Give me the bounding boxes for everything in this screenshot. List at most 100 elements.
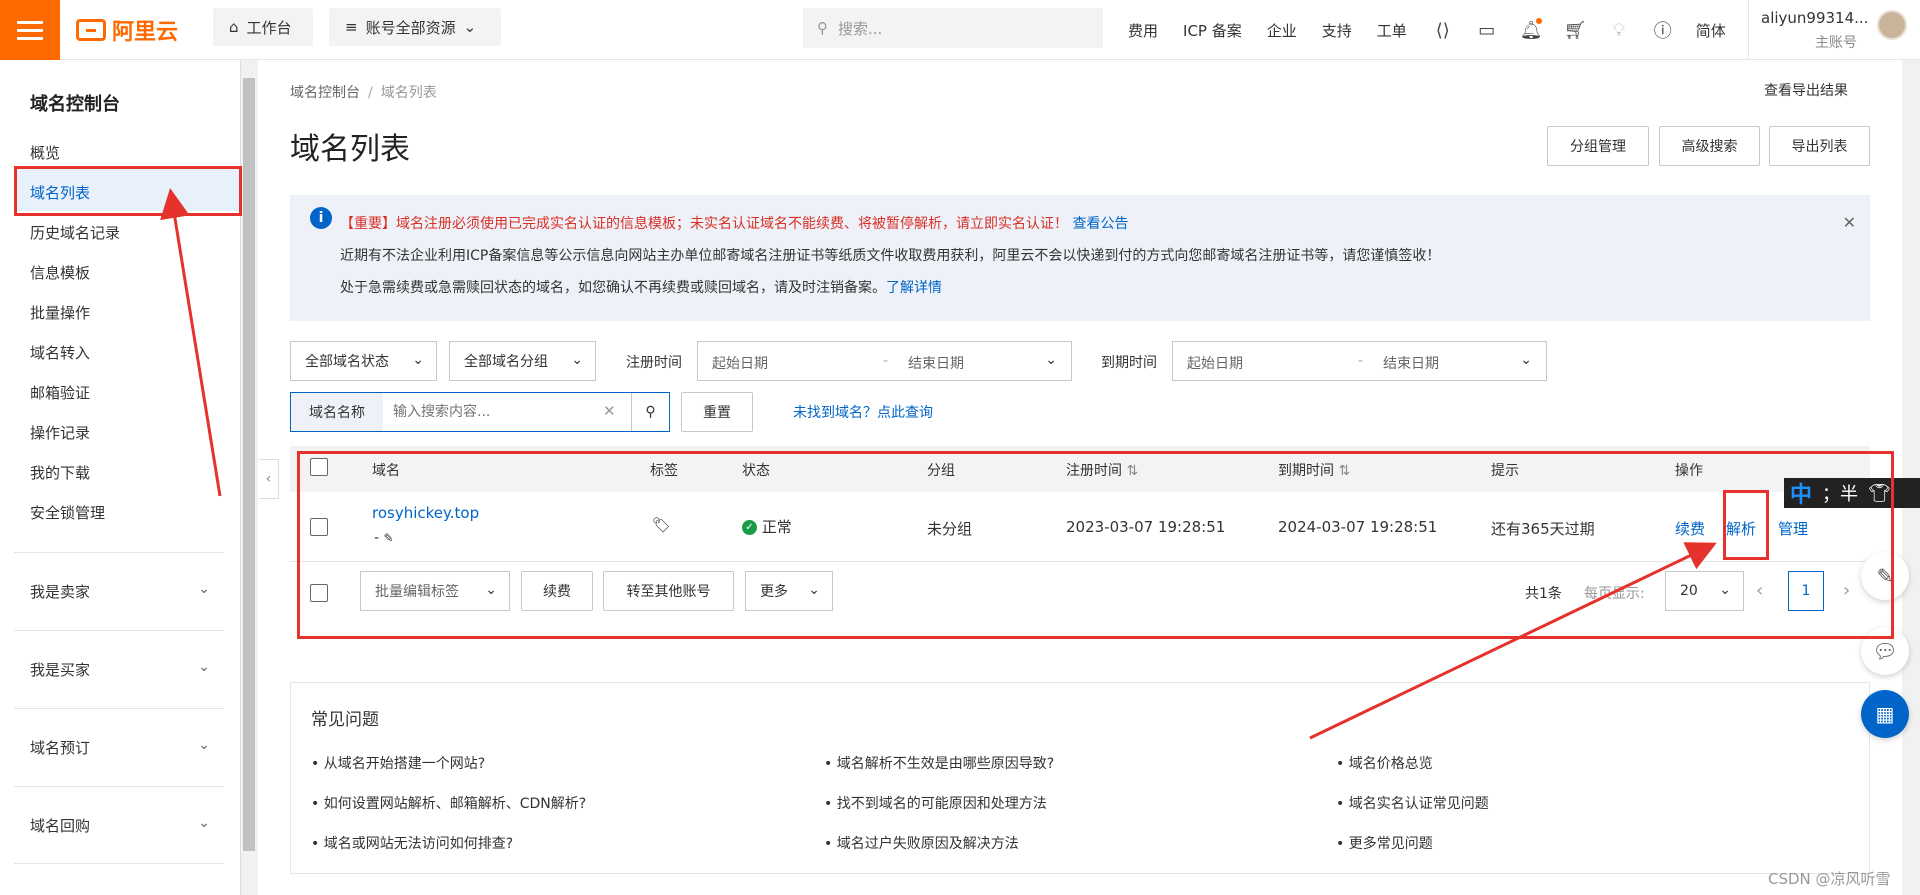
chevron-down-icon: ⌄ [1520,352,1532,368]
learn-more-link[interactable]: 了解详情 [886,280,942,296]
chevron-down-icon: ⌄ [571,352,583,368]
sidebar-item-downloads[interactable]: 我的下载 [30,462,90,483]
faq-link[interactable]: • 域名实名认证常见问题 [1336,793,1489,813]
faq-title: 常见问题 [311,710,379,730]
aliyun-logo[interactable]: 阿里云 [76,14,178,46]
sidebar-group-buyer[interactable]: 我是买家 ⌄ [14,630,224,708]
close-icon[interactable]: ✕ [1843,213,1856,232]
reset-button[interactable]: 重置 [681,392,753,432]
home-icon: ⌂ [229,18,239,36]
collapse-sidebar-button[interactable]: ‹ [259,459,279,499]
domain-search-input[interactable] [393,399,593,425]
sidebar-item-security-lock[interactable]: 安全锁管理 [30,502,105,523]
faq-link[interactable]: • 如何设置网站解析、邮箱解析、CDN解析? [311,793,586,813]
exp-time-label: 到期时间 [1101,355,1157,371]
sidebar-group-buyback[interactable]: 域名回购 ⌄ [14,786,224,864]
export-list-button[interactable]: 导出列表 [1769,126,1870,166]
chevron-down-icon: ⌄ [412,352,424,368]
chevron-left-icon: ‹ [265,471,272,487]
faq-link[interactable]: • 找不到域名的可能原因和处理方法 [824,793,1047,813]
domain-search: 域名名称 ✕ ⚲ [290,392,670,432]
sidebar-title: 域名控制台 [30,94,120,115]
logo-text: 阿里云 [112,20,179,45]
faq-link[interactable]: • 域名过户失败原因及解决方法 [824,833,1019,853]
breadcrumb-current: 域名列表 [380,85,437,101]
cart-icon[interactable]: 🛒︎ [1564,20,1587,41]
advanced-search-button[interactable]: 高级搜索 [1659,126,1760,166]
global-search[interactable]: ⚲ 搜索... [803,8,1103,48]
sidebar-item-transfer-in[interactable]: 域名转入 [30,342,90,363]
sidebar-group-label: 我是卖家 [30,583,91,601]
group-filter[interactable]: 全部域名分组 ⌄ [449,341,596,381]
sidebar-item-templates[interactable]: 信息模板 [30,262,90,283]
sidebar-group-seller[interactable]: 我是卖家 ⌄ [14,552,224,630]
reg-end-date: 结束日期 [908,356,964,372]
apps-float-icon[interactable]: ▦ [1861,690,1909,738]
group-manage-button[interactable]: 分组管理 [1547,126,1649,166]
faq-link[interactable]: • 域名或网站无法访问如何排查? [311,833,513,853]
notice-important-text: 【重要】域名注册必须使用已完成实名认证的信息模板；未实名认证域名不能续费、将被暂… [340,216,1068,232]
code-icon[interactable]: ⟨⟩ [1432,20,1454,41]
clear-icon[interactable]: ✕ [603,402,616,420]
terminal-icon[interactable]: ▭ [1476,20,1498,41]
faq-link[interactable]: • 更多常见问题 [1336,833,1433,853]
top-bar: 阿里云 ⌂ 工作台 ≡ 账号全部资源 ⌄ ⚲ 搜索... 费用 ICP 备案 企业 支持… [0,0,1920,60]
notice-line-2: 近期有不法企业利用ICP备案信息等公示信息向网站主办单位邮寄域名注册证书等纸质文… [340,248,1441,264]
sidebar-item-email-verify[interactable]: 邮箱验证 [30,382,90,403]
user-role: 主账号 [1815,35,1857,51]
sidebar-group-label: 我是买家 [30,661,91,679]
top-nav: 费用 ICP 备案 企业 支持 工单 ⟨⟩ ▭ 🔔︎ 🛒︎ 💡︎ ⓘ 简体 [1128,0,1751,60]
sidebar-item-overview[interactable]: 概览 [30,142,60,163]
domain-name-field-select[interactable]: 域名名称 [291,393,383,431]
sidebar-item-batch[interactable]: 批量操作 [30,302,90,323]
sidebar-group-label: 域名预订 [30,739,91,757]
bell-icon[interactable]: 🔔︎ [1520,17,1543,41]
faq-link[interactable]: • 域名价格总览 [1336,753,1433,773]
domain-not-found-link[interactable]: 未找到域名？点此查询 [793,402,933,422]
sidebar-group-label: 域名回购 [30,816,91,835]
nav-icp[interactable]: ICP 备案 [1183,20,1242,41]
search-button[interactable]: ⚲ [631,393,669,431]
nav-support[interactable]: 支持 [1322,20,1352,41]
faq-link[interactable]: • 域名解析不生效是由哪些原因导致? [824,753,1054,773]
sidebar-item-history[interactable]: 历史域名记录 [30,222,120,243]
lang-switch[interactable]: 简体 [1696,20,1726,41]
annotation-box-domain-list [14,166,242,216]
search-icon: ⚲ [817,19,828,37]
bulb-icon[interactable]: 💡︎ [1608,20,1630,41]
notice-line-3: 处于急需续费或急需赎回状态的域名，如您确认不再续费或赎回域名，请及时注销备案。了… [340,277,942,297]
export-result-link[interactable]: 查看导出结果 [1764,80,1848,100]
resources-dropdown[interactable]: ≡ 账号全部资源 ⌄ [329,8,501,46]
chevron-down-icon: ⌄ [1045,352,1057,368]
chevron-down-icon: ⌄ [198,737,210,753]
reg-date-range[interactable]: 起始日期 - 结束日期 ⌄ [697,341,1072,381]
user-menu[interactable]: aliyun99314... 主账号 [1748,0,1920,60]
chevron-down-icon: ⌄ [198,815,210,831]
avatar [1877,10,1907,40]
annotation-box-table [297,451,1894,639]
faq-link[interactable]: • 从域名开始搭建一个网站? [311,753,485,773]
chevron-down-icon: ⌄ [463,18,477,36]
nav-ticket[interactable]: 工单 [1377,20,1407,41]
annotation-box-dns [1723,490,1769,560]
status-filter-value: 全部域名状态 [305,354,389,370]
reg-time-label: 注册时间 [626,355,682,371]
sidebar-item-op-log[interactable]: 操作记录 [30,422,90,443]
nav-billing[interactable]: 费用 [1128,20,1158,41]
sidebar-group-preorder[interactable]: 域名预订 ⌄ [14,708,224,786]
exp-date-range[interactable]: 起始日期 - 结束日期 ⌄ [1172,341,1547,381]
nav-enterprise[interactable]: 企业 [1267,20,1297,41]
search-icon: ⚲ [645,404,656,420]
breadcrumb-root[interactable]: 域名控制台 [290,85,360,101]
workbench-button[interactable]: ⌂ 工作台 [213,8,313,46]
reg-start-date: 起始日期 [712,356,768,372]
notice-line-1: 【重要】域名注册必须使用已完成实名认证的信息模板；未实名认证域名不能续费、将被暂… [340,213,1128,233]
help-icon[interactable]: ⓘ [1652,17,1674,43]
sidebar-scroll-thumb[interactable] [243,78,255,851]
exp-start-date: 起始日期 [1187,356,1243,372]
status-filter[interactable]: 全部域名状态 ⌄ [290,341,437,381]
view-announcement-link[interactable]: 查看公告 [1072,216,1128,232]
info-icon: i [310,207,332,229]
menu-icon[interactable] [0,0,60,60]
group-filter-value: 全部域名分组 [464,354,548,370]
